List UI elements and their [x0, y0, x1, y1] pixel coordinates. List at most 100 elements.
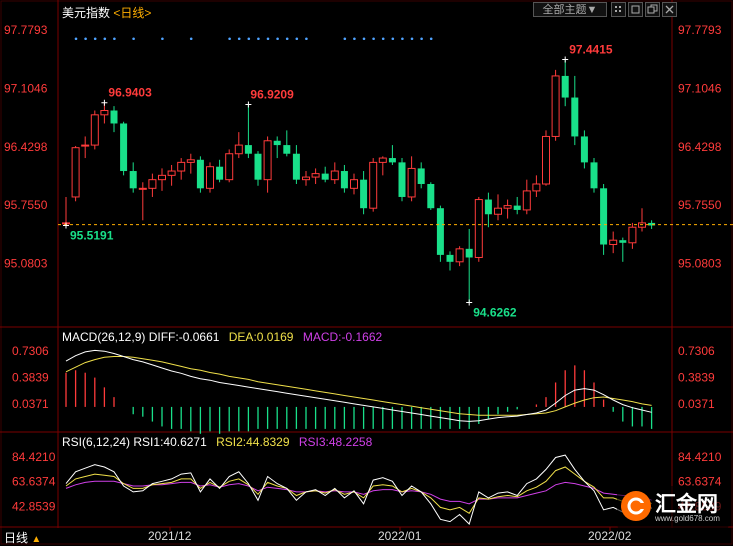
symbol-title: 美元指数	[62, 6, 111, 20]
price-annotation: 96.9403	[108, 86, 152, 100]
candle-body	[446, 254, 454, 262]
price-annotation: 97.4415	[569, 42, 613, 56]
candle-body	[138, 187, 147, 190]
chart-header: 美元指数 <日线>	[62, 4, 151, 21]
event-marker	[285, 37, 289, 41]
candle-body	[330, 170, 339, 181]
candle-body	[628, 226, 637, 244]
y-tick-right: 97.7793	[678, 23, 722, 37]
candle-body	[110, 110, 118, 124]
candle-body	[254, 153, 262, 180]
candle-body	[474, 199, 483, 258]
x-tick-label: 2022/01	[378, 529, 422, 543]
price-annotation: 95.5191	[70, 228, 114, 242]
macd-diff-label: DIFF:-0.0661	[148, 330, 220, 344]
candle-body	[167, 170, 176, 176]
event-marker	[410, 37, 414, 41]
candle-body	[71, 147, 80, 198]
y-tick-left: 97.7793	[4, 23, 48, 37]
candle-body	[283, 145, 291, 154]
event-marker	[161, 37, 164, 41]
rsi-y-tick-left: 42.8539	[12, 499, 56, 513]
candle-body	[455, 248, 464, 263]
period-link[interactable]: <日线>	[113, 6, 151, 20]
period-tab[interactable]: 日线 ▲	[4, 529, 41, 546]
candle-body	[503, 205, 512, 209]
event-marker	[93, 37, 97, 41]
event-marker	[353, 37, 356, 41]
macd-y-tick-left: 0.0371	[12, 397, 49, 411]
event-marker	[228, 37, 231, 41]
candle-body	[388, 158, 396, 163]
rsi-y-tick-right: 84.4210	[678, 450, 722, 464]
candle-body	[590, 162, 598, 189]
candle-body	[600, 188, 608, 245]
candle-body	[186, 159, 195, 163]
rsi2-label: RSI2:44.8329	[216, 435, 290, 449]
candle-body	[158, 174, 166, 181]
macd-legend: MACD(26,12,9) DIFF:-0.0661 DEA:0.0169 MA…	[62, 330, 382, 344]
candle-body	[196, 159, 204, 189]
candle-body	[619, 240, 627, 243]
event-marker	[391, 37, 395, 41]
event-marker	[247, 37, 251, 41]
candle-body	[378, 157, 387, 163]
candle-body	[302, 176, 310, 181]
candle-body	[340, 171, 348, 189]
x-tick-label: 2022/02	[588, 529, 632, 543]
candle-body	[148, 179, 157, 189]
candle-body	[532, 183, 541, 192]
event-marker	[266, 37, 270, 41]
macd-y-tick-right: 0.0371	[678, 397, 715, 411]
period-tab-arrow-icon: ▲	[31, 534, 42, 545]
restore-icon[interactable]	[645, 2, 660, 17]
grid-icon[interactable]	[611, 2, 626, 17]
window-icon[interactable]	[628, 2, 643, 17]
event-marker	[74, 37, 78, 41]
candle-body	[321, 173, 329, 180]
candle-body	[206, 166, 214, 189]
price-annotation: 96.9209	[250, 87, 294, 101]
candle-body	[90, 114, 99, 146]
event-marker	[295, 37, 299, 41]
event-marker	[84, 37, 87, 41]
candle-body	[350, 179, 358, 189]
event-marker	[381, 37, 385, 41]
event-marker	[305, 37, 308, 41]
event-marker	[113, 37, 116, 41]
candle-body	[436, 208, 444, 255]
y-tick-right: 95.0803	[678, 257, 722, 271]
candle-body	[494, 207, 502, 215]
event-marker	[362, 37, 366, 41]
candle-body	[360, 179, 368, 209]
candle-body	[120, 123, 128, 172]
macd-params: MACD(26,12,9)	[62, 330, 146, 344]
logo-url: www.gold678.com	[655, 514, 720, 523]
event-marker	[372, 37, 375, 41]
macd-y-tick-right: 0.7306	[678, 344, 715, 358]
candle-body	[465, 248, 473, 258]
candle-body	[542, 135, 550, 185]
event-marker	[103, 37, 107, 41]
gold678-logo: 汇金网 www.gold678.com	[617, 486, 729, 528]
event-marker	[189, 37, 193, 41]
chart-canvas: 96.9403 96.9209 97.4415 95.5191 94.6262 97.7…	[0, 0, 733, 546]
price-annotation: 94.6262	[473, 305, 517, 319]
event-marker	[257, 37, 260, 41]
candle-body	[369, 161, 378, 209]
candle-body	[580, 136, 588, 163]
candle-body	[311, 173, 320, 178]
candle-body	[398, 162, 406, 197]
y-tick-right: 96.4298	[678, 140, 722, 154]
y-tick-right: 97.1046	[678, 81, 722, 95]
period-tab-label: 日线	[4, 531, 29, 545]
candle-body	[407, 167, 416, 198]
event-marker	[401, 37, 404, 41]
y-tick-left: 95.7550	[4, 198, 48, 212]
macd-y-tick-right: 0.3839	[678, 371, 715, 385]
macd-y-tick-left: 0.7306	[12, 344, 49, 358]
close-icon[interactable]	[662, 2, 677, 17]
rsi-y-tick-left: 63.6374	[12, 475, 56, 489]
theme-dropdown[interactable]: 全部主题▼	[533, 2, 607, 17]
candle-body	[263, 140, 272, 181]
